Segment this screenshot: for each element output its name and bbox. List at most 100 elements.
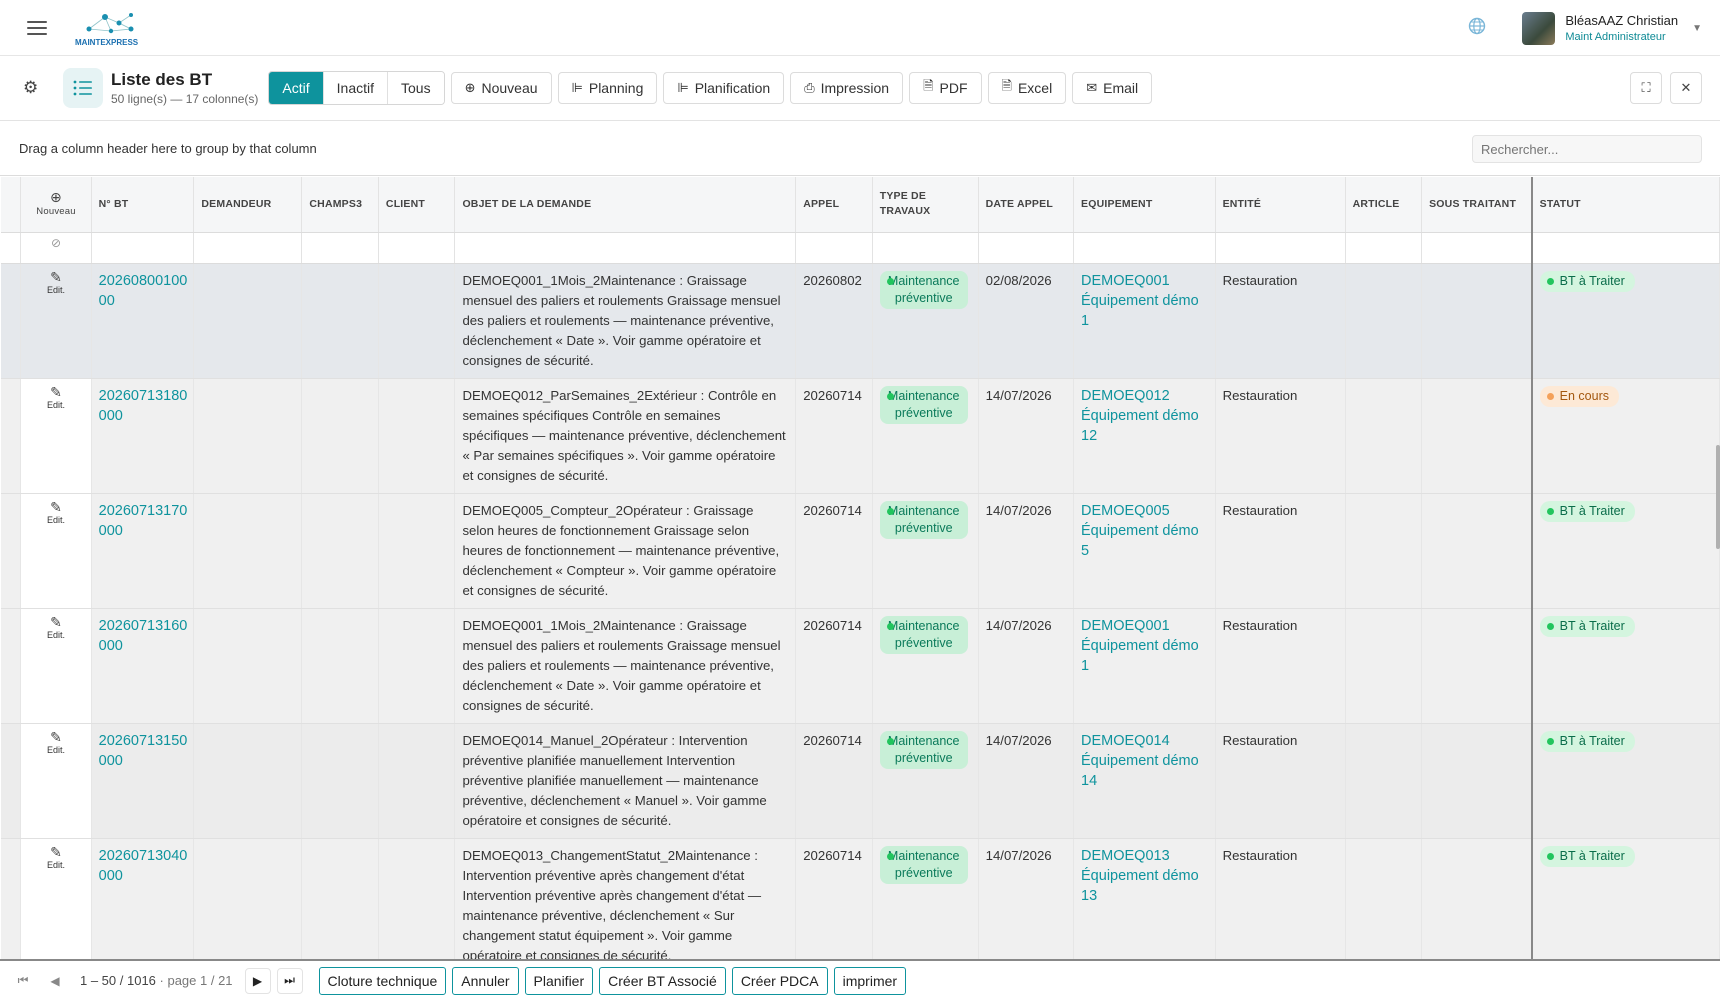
pencil-icon[interactable]: ✎: [50, 614, 62, 630]
first-page-icon[interactable]: ⏮: [10, 968, 36, 994]
column-header-objet[interactable]: OBJET DE LA DEMANDE: [454, 177, 797, 233]
pdf-button[interactable]: 🗎 PDF: [909, 72, 982, 104]
column-header-client[interactable]: CLIENT: [378, 177, 456, 233]
creer-pdca-button[interactable]: Créer PDCA: [731, 966, 828, 995]
cell-nbt[interactable]: 20260713180 000: [91, 378, 195, 494]
next-page-icon[interactable]: ▶: [244, 967, 271, 994]
cell-equipement[interactable]: DEMOEQ013 Équipement démo 13: [1073, 838, 1216, 959]
table-row[interactable]: ✎ Edit. 20260713180 000 DEMOEQ012_ParSemaine…: [1, 378, 1720, 494]
chevron-down-icon[interactable]: ▼: [1692, 23, 1702, 34]
edit-cell[interactable]: ✎ Edit.: [20, 378, 92, 494]
creer-bt-associe-button[interactable]: Créer BT Associé: [599, 966, 726, 995]
filter-cell[interactable]: [91, 232, 195, 264]
filter-cell[interactable]: [301, 232, 379, 264]
nouveau-button[interactable]: ⊕ Nouveau: [450, 72, 552, 104]
equipment-link[interactable]: DEMOEQ013 Équipement démo 13: [1081, 848, 1199, 904]
column-header-champs3[interactable]: CHAMPS3: [301, 177, 379, 233]
column-header-appel[interactable]: APPEL: [795, 177, 873, 233]
column-header-entite[interactable]: ENTITÉ: [1215, 177, 1346, 233]
filter-actif[interactable]: Actif: [269, 72, 324, 104]
filter-cell[interactable]: [454, 232, 797, 264]
pencil-icon[interactable]: ✎: [50, 499, 62, 515]
table-row[interactable]: ✎ Edit. 20260713160 000 DEMOEQ001_1Mois_2Mai…: [1, 608, 1720, 724]
equipment-link[interactable]: DEMOEQ001 Équipement démo 1: [1081, 618, 1199, 674]
equipment-link[interactable]: DEMOEQ014 Équipement démo 14: [1081, 733, 1199, 789]
imprimer-button[interactable]: imprimer: [833, 966, 907, 995]
menu-icon[interactable]: [27, 20, 47, 35]
list-view-icon[interactable]: [63, 68, 103, 108]
edit-cell[interactable]: ✎ Edit.: [20, 263, 92, 379]
bt-number-link[interactable]: 20260713160 000: [99, 618, 188, 654]
filter-tous[interactable]: Tous: [388, 72, 444, 104]
column-header-sous-traitant[interactable]: SOUS TRAITANT: [1421, 177, 1533, 233]
equipment-link[interactable]: DEMOEQ005 Équipement démo 5: [1081, 503, 1199, 559]
filter-cell[interactable]: [872, 232, 979, 264]
impression-button[interactable]: ⎙ Impression: [790, 72, 904, 104]
filter-cell[interactable]: [1073, 232, 1216, 264]
filter-cell[interactable]: [795, 232, 873, 264]
column-header-date-appel[interactable]: DATE APPEL: [978, 177, 1075, 233]
planification-button[interactable]: ⊫ Planification: [663, 72, 785, 104]
prev-page-icon[interactable]: ◀: [42, 968, 68, 994]
cell-nbt[interactable]: 20260713170 000: [91, 493, 195, 609]
edit-cell[interactable]: ✎ Edit.: [20, 608, 92, 724]
cell-nbt[interactable]: 20260713160 000: [91, 608, 195, 724]
column-header-type[interactable]: TYPE DE TRAVAUX: [872, 177, 979, 233]
filter-cell[interactable]: [378, 232, 456, 264]
globe-icon[interactable]: [1468, 17, 1486, 40]
filter-cell[interactable]: [1345, 232, 1423, 264]
email-button[interactable]: ✉ Email: [1072, 72, 1153, 104]
pencil-icon[interactable]: ✎: [50, 844, 62, 860]
cell-nbt[interactable]: 20260800100 00: [91, 263, 195, 379]
edit-cell[interactable]: ✎ Edit.: [20, 723, 92, 839]
last-page-icon[interactable]: ⏭: [276, 967, 303, 994]
table-row[interactable]: ✎ Edit. 20260800100 00 DEMOEQ001_1Mois_2Main…: [1, 263, 1720, 379]
header-nouveau[interactable]: ⊕ Nouveau: [20, 177, 92, 233]
column-header-nbt[interactable]: N° BT: [91, 177, 195, 233]
filter-cell[interactable]: [978, 232, 1075, 264]
planifier-button[interactable]: Planifier: [524, 966, 594, 995]
cell-equipement[interactable]: DEMOEQ001 Équipement démo 1: [1073, 608, 1216, 724]
gear-icon[interactable]: ⚙: [23, 78, 39, 98]
filter-cell[interactable]: [1530, 232, 1720, 264]
equipment-link[interactable]: DEMOEQ012 Équipement démo 12: [1081, 388, 1199, 444]
search-input[interactable]: [1472, 135, 1702, 163]
cell-nbt[interactable]: 20260713040 000: [91, 838, 195, 959]
column-header-equipement[interactable]: EQUIPEMENT: [1073, 177, 1216, 233]
close-icon[interactable]: ✕: [1670, 72, 1702, 104]
cell-equipement[interactable]: DEMOEQ001 Équipement démo 1: [1073, 263, 1216, 379]
filter-cell[interactable]: [1421, 232, 1533, 264]
equipment-link[interactable]: DEMOEQ001 Équipement démo 1: [1081, 273, 1199, 329]
bt-number-link[interactable]: 20260713040 000: [99, 848, 188, 884]
group-panel[interactable]: Drag a column header here to group by th…: [0, 121, 1720, 176]
edit-cell[interactable]: ✎ Edit.: [20, 493, 92, 609]
cell-equipement[interactable]: DEMOEQ012 Équipement démo 12: [1073, 378, 1216, 494]
edit-cell[interactable]: ✎ Edit.: [20, 838, 92, 959]
pencil-icon[interactable]: ✎: [50, 729, 62, 745]
bt-number-link[interactable]: 20260713150 000: [99, 733, 188, 769]
column-header-demandeur[interactable]: DEMANDEUR: [193, 177, 303, 233]
bt-number-link[interactable]: 20260713180 000: [99, 388, 188, 424]
cell-nbt[interactable]: 20260713150 000: [91, 723, 195, 839]
table-row[interactable]: ✎ Edit. 20260713150 000 DEMOEQ014_Manuel_2Op…: [1, 723, 1720, 839]
pencil-icon[interactable]: ✎: [50, 269, 62, 285]
table-row[interactable]: ✎ Edit. 20260713040 000 DEMOEQ013_Changement…: [1, 838, 1720, 959]
clear-filter-icon[interactable]: ⊘: [20, 232, 92, 264]
bt-number-link[interactable]: 20260713170 000: [99, 503, 188, 539]
excel-button[interactable]: 🗎 Excel: [987, 72, 1067, 104]
fullscreen-icon[interactable]: ⛶: [1630, 72, 1662, 104]
column-header-statut[interactable]: STATUT: [1530, 177, 1720, 233]
avatar[interactable]: [1522, 11, 1556, 45]
column-header-article[interactable]: ARTICLE: [1345, 177, 1423, 233]
pencil-icon[interactable]: ✎: [50, 384, 62, 400]
vertical-scrollbar[interactable]: [1716, 445, 1720, 549]
app-logo[interactable]: MAINTEXPRESS: [75, 7, 149, 49]
filter-cell[interactable]: [1215, 232, 1346, 264]
bt-number-link[interactable]: 20260800100 00: [99, 273, 188, 309]
table-row[interactable]: ✎ Edit. 20260713170 000 DEMOEQ005_Compteur_2…: [1, 493, 1720, 609]
planning-button[interactable]: ⊫ Planning: [557, 72, 658, 104]
cloture-technique-button[interactable]: Cloture technique: [318, 966, 447, 995]
cell-equipement[interactable]: DEMOEQ005 Équipement démo 5: [1073, 493, 1216, 609]
cell-equipement[interactable]: DEMOEQ014 Équipement démo 14: [1073, 723, 1216, 839]
annuler-button[interactable]: Annuler: [452, 966, 519, 995]
